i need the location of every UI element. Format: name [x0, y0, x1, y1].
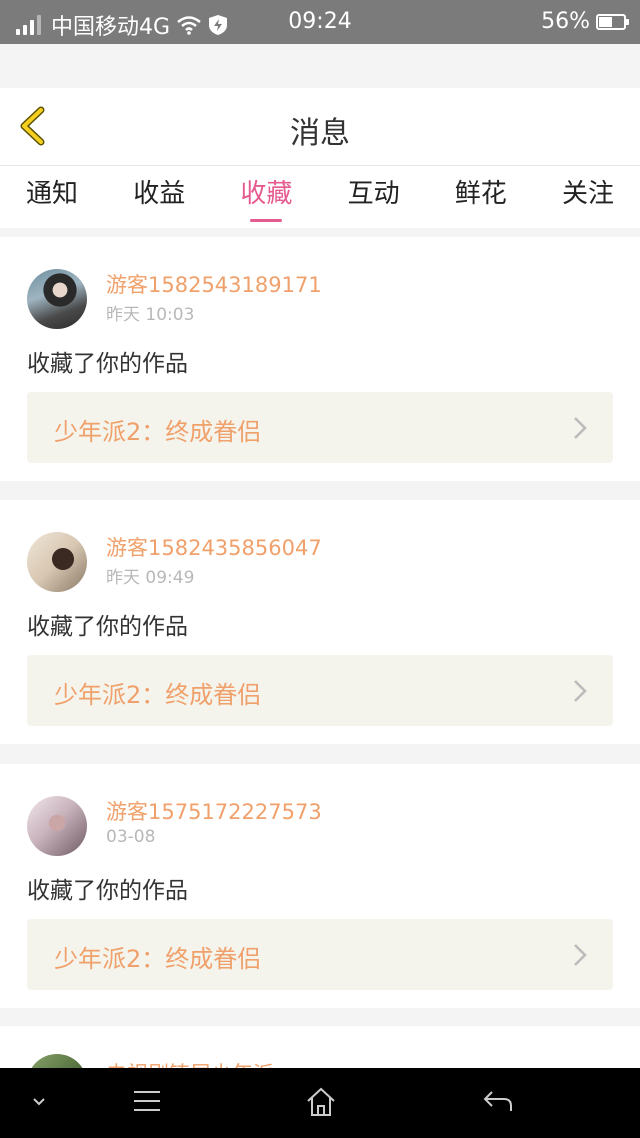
message-card-partial: 电视剧铸屋少年派	[0, 1026, 640, 1068]
message-action: 收藏了你的作品	[27, 878, 188, 904]
tab-follows[interactable]: 关注	[562, 166, 614, 228]
work-title: 少年派2：终成眷侣	[54, 418, 262, 446]
chevron-right-icon	[574, 417, 587, 439]
battery-icon	[596, 13, 629, 30]
username[interactable]: 游客1582435856047	[106, 532, 322, 562]
message-action: 收藏了你的作品	[27, 351, 188, 377]
app-header: 消息	[0, 88, 640, 166]
username[interactable]: 游客1582543189171	[106, 269, 322, 299]
chevron-right-icon	[574, 944, 587, 966]
page-title: 消息	[290, 116, 350, 151]
username[interactable]: 游客1575172227573	[106, 796, 322, 826]
message-action: 收藏了你的作品	[27, 614, 188, 640]
work-link[interactable]: 少年派2：终成眷侣	[27, 919, 613, 990]
tab-earnings[interactable]: 收益	[133, 166, 185, 228]
message-card: 游客1575172227573 03-08 收藏了你的作品 少年派2：终成眷侣	[0, 764, 640, 1008]
battery-percent: 56%	[541, 9, 590, 34]
work-link[interactable]: 少年派2：终成眷侣	[27, 655, 613, 726]
home-icon[interactable]	[305, 1086, 337, 1118]
message-card: 游客1582543189171 昨天 10:03 收藏了你的作品 少年派2：终成…	[0, 237, 640, 481]
username[interactable]: 电视剧铸屋少年派	[106, 1058, 274, 1068]
work-title: 少年派2：终成眷侣	[54, 945, 262, 973]
work-link[interactable]: 少年派2：终成眷侣	[27, 392, 613, 463]
avatar[interactable]	[27, 532, 87, 592]
avatar[interactable]	[27, 1054, 87, 1068]
system-nav-bar	[0, 1068, 640, 1138]
chevron-right-icon	[574, 680, 587, 702]
menu-icon[interactable]	[132, 1086, 162, 1116]
back-icon[interactable]	[482, 1086, 514, 1116]
message-time: 昨天 10:03	[106, 305, 195, 325]
status-right: 56%	[541, 9, 629, 34]
avatar[interactable]	[27, 796, 87, 856]
tab-flowers[interactable]: 鲜花	[455, 166, 507, 228]
avatar[interactable]	[27, 269, 87, 329]
status-bar: 中国移动4G 09:24 56%	[0, 0, 640, 44]
tab-favorites[interactable]: 收藏	[240, 166, 292, 228]
message-card: 游客1582435856047 昨天 09:49 收藏了你的作品 少年派2：终成…	[0, 500, 640, 744]
message-time: 03-08	[106, 827, 156, 847]
chevron-down-icon[interactable]	[30, 1096, 48, 1108]
battery-fill	[599, 16, 612, 27]
tab-notifications[interactable]: 通知	[26, 166, 78, 228]
work-title: 少年派2：终成眷侣	[54, 681, 262, 709]
message-time: 昨天 09:49	[106, 568, 195, 588]
tab-bar: 通知 收益 收藏 互动 鲜花 关注	[0, 166, 640, 228]
tab-interactions[interactable]: 互动	[348, 166, 400, 228]
